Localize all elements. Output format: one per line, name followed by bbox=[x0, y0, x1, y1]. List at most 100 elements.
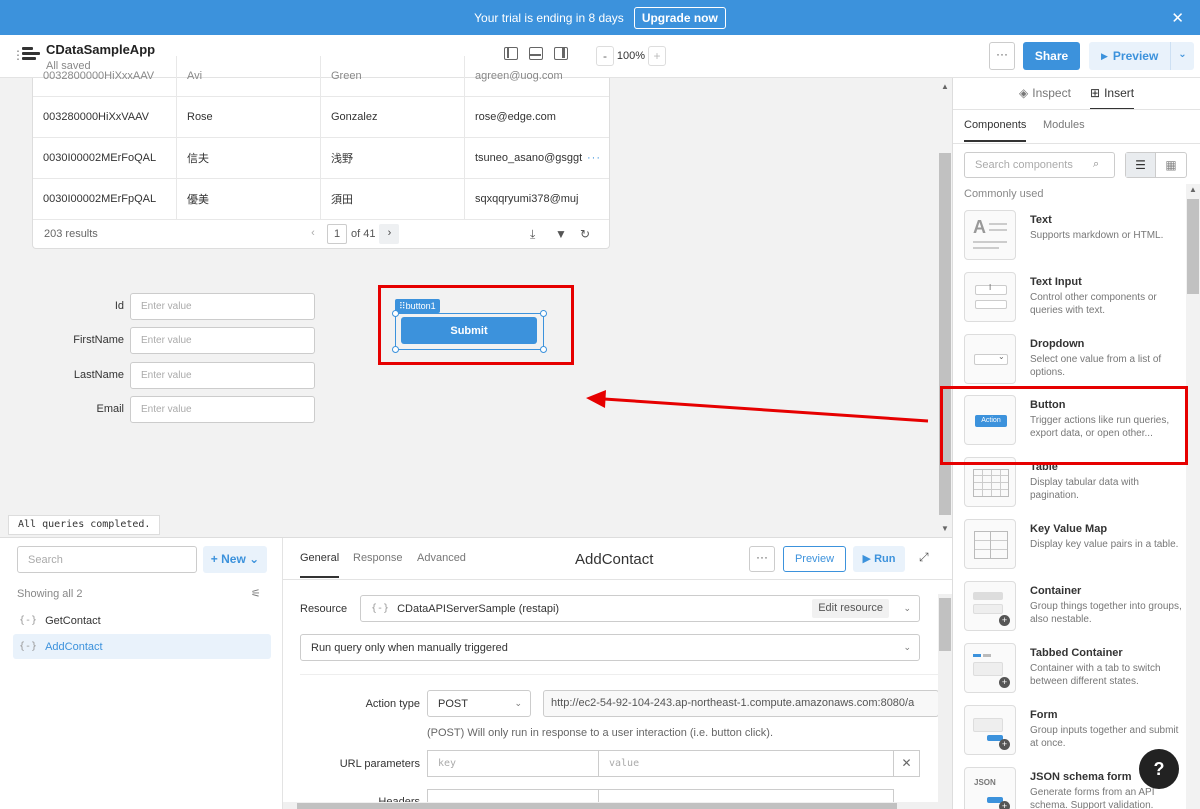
resize-handle[interactable] bbox=[540, 310, 547, 317]
query-item-getcontact[interactable]: {-} GetContact bbox=[13, 608, 271, 633]
tab-inspect[interactable]: ◈ Inspect bbox=[1019, 86, 1071, 100]
app-name[interactable]: CDataSampleApp bbox=[46, 42, 155, 57]
table-row[interactable]: 0030I00002MErFpQAL 優美 須田 sqxqqryumi378@m… bbox=[33, 179, 609, 220]
component-text-input[interactable]: I Text Input Control other components or … bbox=[964, 272, 1184, 324]
table-row[interactable]: 0032800000HiXxxAAV Avi Green agreen@uog.… bbox=[33, 56, 609, 97]
scrollbar-thumb[interactable] bbox=[297, 803, 897, 809]
tab-components[interactable]: Components bbox=[964, 119, 1027, 142]
query-name: AddContact bbox=[45, 640, 103, 653]
component-dropdown[interactable]: ⌄ Dropdown Select one value from a list o… bbox=[964, 334, 1184, 386]
table-cell: 0032800000HiXxxAAV bbox=[33, 56, 177, 96]
scroll-up-icon[interactable]: ▲ bbox=[941, 82, 949, 91]
action-type-select[interactable]: POST ⌄ bbox=[427, 690, 531, 717]
action-type-value: POST bbox=[438, 697, 468, 710]
query-item-addcontact[interactable]: {-} AddContact bbox=[13, 634, 271, 659]
query-editor-scrollbar[interactable] bbox=[938, 594, 952, 809]
chevron-down-icon[interactable]: ⌄ bbox=[1170, 42, 1194, 70]
prev-page-button[interactable]: ‹ bbox=[303, 224, 323, 244]
contacts-table[interactable]: 0032800000HiXxxAAV Avi Green agreen@uog.… bbox=[32, 56, 610, 249]
component-list-scrollbar[interactable]: ▲ bbox=[1186, 184, 1200, 809]
panel-subtabs: Components Modules bbox=[953, 110, 1200, 144]
page-number-input[interactable]: 1 bbox=[327, 224, 347, 244]
resize-handle[interactable] bbox=[392, 346, 399, 353]
tab-general[interactable]: General bbox=[300, 552, 340, 578]
trigger-value: Run query only when manually triggered bbox=[311, 641, 508, 654]
component-tag[interactable]: ⠿button1 bbox=[395, 299, 440, 313]
drag-handle-icon[interactable]: ⋮ bbox=[12, 48, 24, 62]
query-search-input[interactable] bbox=[17, 546, 197, 573]
email-input[interactable] bbox=[130, 396, 315, 423]
next-page-button[interactable]: › bbox=[379, 224, 400, 244]
share-button[interactable]: Share bbox=[1023, 42, 1080, 70]
resource-select[interactable]: {-} CDataAPIServerSample (restapi) Edit … bbox=[360, 595, 920, 622]
preview-button[interactable]: ▶ Preview ⌄ bbox=[1089, 42, 1194, 70]
row-menu-icon[interactable]: ··· bbox=[585, 152, 601, 164]
expand-icon[interactable]: ⤢ bbox=[919, 550, 929, 565]
url-param-value-input[interactable]: value bbox=[598, 750, 894, 777]
query-more-button[interactable]: ··· bbox=[749, 546, 775, 572]
filter-settings-icon[interactable]: ⚟ bbox=[251, 587, 261, 600]
component-tabbed-container[interactable]: + Tabbed Container Container with a tab t… bbox=[964, 643, 1184, 695]
chevron-down-icon: ⌄ bbox=[903, 603, 911, 613]
component-form[interactable]: + Form Group inputs together and submit a… bbox=[964, 705, 1184, 757]
upgrade-button[interactable]: Upgrade now bbox=[633, 6, 726, 29]
query-preview-button[interactable]: Preview bbox=[783, 546, 846, 572]
tab-response[interactable]: Response bbox=[353, 552, 403, 564]
id-input[interactable] bbox=[130, 293, 315, 320]
query-editor-hscrollbar[interactable] bbox=[283, 802, 938, 809]
run-query-button[interactable]: ▶ Run bbox=[853, 546, 905, 572]
tab-advanced[interactable]: Advanced bbox=[417, 552, 466, 564]
close-icon[interactable]: ✕ bbox=[1171, 9, 1184, 27]
pagination: ‹ 1 of 41 › bbox=[303, 224, 400, 244]
query-tabs: General Response Advanced AddContact ···… bbox=[283, 538, 952, 580]
header-key-input[interactable] bbox=[427, 789, 599, 803]
tab-modules[interactable]: Modules bbox=[1043, 119, 1085, 131]
submit-button[interactable]: Submit bbox=[401, 317, 537, 344]
query-icon: {-} bbox=[19, 615, 38, 626]
resize-handle[interactable] bbox=[540, 346, 547, 353]
lastname-input[interactable] bbox=[130, 362, 315, 389]
download-icon[interactable]: ⤓ bbox=[530, 227, 535, 242]
component-name: Key Value Map bbox=[1030, 523, 1108, 535]
component-desc: Container with a tab to switch between d… bbox=[1030, 663, 1161, 687]
form-label-email: Email bbox=[96, 403, 124, 415]
scroll-down-icon[interactable]: ▼ bbox=[941, 524, 949, 533]
url-input[interactable]: http://ec2-54-92-104-243.ap-northeast-1.… bbox=[543, 690, 939, 717]
zoom-in-button[interactable]: + bbox=[648, 45, 666, 66]
drag-handle-icon: ⠿ bbox=[399, 301, 406, 311]
table-row[interactable]: 0030I00002MErFoQAL 信夫 浅野 tsuneo_asano@gs… bbox=[33, 138, 609, 179]
filter-icon[interactable]: ▼ bbox=[555, 227, 567, 241]
resize-handle[interactable] bbox=[392, 310, 399, 317]
remove-param-icon[interactable]: ✕ bbox=[893, 750, 920, 777]
component-desc: Group inputs together and submit at once… bbox=[1030, 725, 1179, 749]
action-type-label: Action type bbox=[365, 698, 420, 710]
grid-view-icon[interactable]: ▦ bbox=[1156, 153, 1186, 177]
scrollbar-thumb[interactable] bbox=[939, 598, 951, 651]
firstname-input[interactable] bbox=[130, 327, 315, 354]
edit-resource-button[interactable]: Edit resource bbox=[812, 599, 889, 618]
component-desc: Display key value pairs in a table. bbox=[1030, 539, 1179, 550]
scroll-up-icon[interactable]: ▲ bbox=[1189, 185, 1197, 194]
query-title[interactable]: AddContact bbox=[575, 551, 653, 568]
component-key-value-map[interactable]: Key Value Map Display key value pairs in … bbox=[964, 519, 1184, 571]
url-param-key-input[interactable]: key bbox=[427, 750, 599, 777]
chevron-down-icon: ⌄ bbox=[514, 698, 522, 708]
component-container[interactable]: + Container Group things together into gr… bbox=[964, 581, 1184, 633]
component-text[interactable]: A Text Supports markdown or HTML. bbox=[964, 210, 1184, 262]
refresh-icon[interactable]: ↻ bbox=[580, 227, 590, 241]
query-list: + New ⌄ Showing all 2 ⚟ {-} GetContact {… bbox=[0, 538, 283, 809]
new-query-button[interactable]: + New ⌄ bbox=[203, 546, 267, 573]
table-row[interactable]: 003280000HiXxVAAV Rose Gonzalez rose@edg… bbox=[33, 97, 609, 138]
trial-banner: Your trial is ending in 8 days Upgrade n… bbox=[0, 0, 1200, 35]
help-button[interactable]: ? bbox=[1139, 749, 1179, 789]
trigger-select[interactable]: Run query only when manually triggered ⌄ bbox=[300, 634, 920, 661]
table-cell: 信夫 bbox=[177, 138, 321, 178]
tab-insert[interactable]: ⊞ Insert bbox=[1090, 86, 1135, 109]
more-options-button[interactable]: ··· bbox=[989, 42, 1015, 70]
header-value-input[interactable] bbox=[598, 789, 894, 803]
component-desc: Display tabular data with pagination. bbox=[1030, 477, 1139, 501]
list-view-icon[interactable]: ☰ bbox=[1126, 153, 1157, 177]
canvas-scrollbar[interactable]: ▲ ▼ bbox=[938, 78, 952, 537]
highlight-box bbox=[940, 386, 1188, 465]
scrollbar-thumb[interactable] bbox=[1187, 199, 1199, 294]
